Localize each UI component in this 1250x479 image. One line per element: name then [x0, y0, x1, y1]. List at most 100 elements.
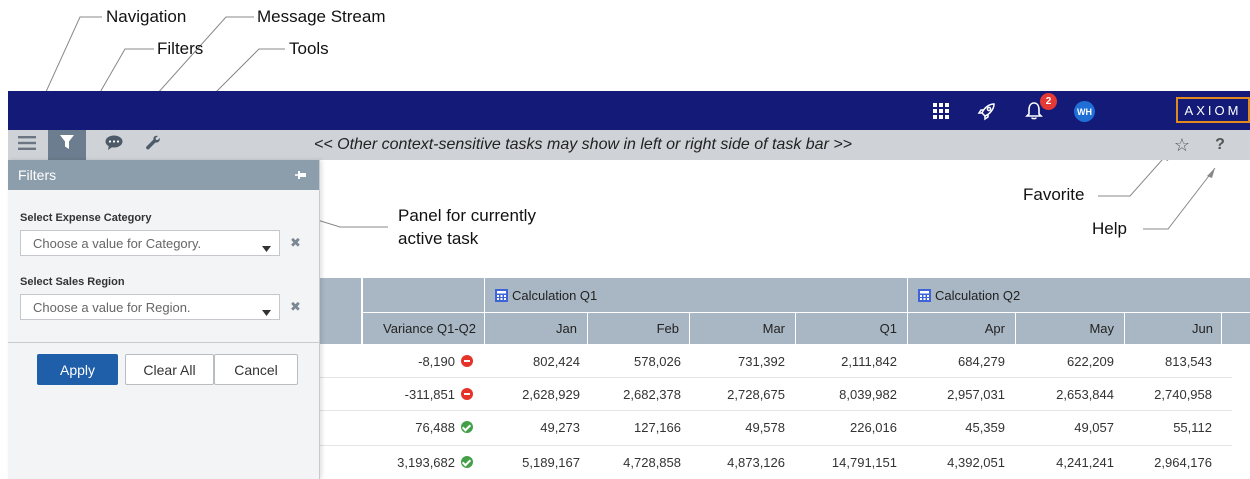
cell-jan: 802,424 [533, 353, 580, 369]
cell-jan: 5,189,167 [522, 454, 580, 470]
variance-value: -8,190 [418, 353, 455, 369]
column-header-variance[interactable]: Variance Q1-Q2 [363, 313, 484, 344]
pin-icon[interactable] [295, 168, 307, 184]
chevron-down-icon [262, 304, 271, 319]
column-header-feb[interactable]: Feb [588, 313, 689, 344]
cell-feb: 4,728,858 [623, 454, 681, 470]
calculator-icon [495, 288, 508, 302]
column-header-jun[interactable]: Jun [1125, 313, 1221, 344]
wrench-icon [145, 135, 161, 156]
filters-panel-header: Filters [8, 160, 319, 190]
clear-region-icon[interactable]: ✖ [290, 299, 301, 315]
task-bar: << Other context-sensitive tasks may sho… [8, 130, 1250, 160]
panel-callout-line2: active task [398, 229, 479, 248]
avatar[interactable]: WH [1074, 101, 1095, 122]
navigation-callout: Navigation [106, 7, 187, 26]
column-header-mar[interactable]: Mar [690, 313, 795, 344]
minus-circle-icon [461, 388, 473, 400]
filters-callout: Filters [157, 39, 204, 58]
calculation-q2-label: Calculation Q2 [935, 287, 1021, 303]
variance-value: -311,851 [404, 386, 455, 402]
expense-category-label: Select Expense Category [20, 212, 152, 224]
apps-grid-icon[interactable] [928, 91, 954, 130]
cell-apr: 45,359 [965, 419, 1005, 435]
help-callout: Help [1092, 219, 1127, 238]
cell-feb: 578,026 [634, 353, 681, 369]
cell-mar: 731,392 [738, 353, 785, 369]
top-header-bar: 2 WH AXIOM [8, 91, 1250, 130]
cell-jun: 813,543 [1165, 353, 1212, 369]
message-icon [105, 135, 123, 155]
axiom-logo: AXIOM [1176, 97, 1250, 123]
cell-jun: 2,740,958 [1154, 386, 1212, 402]
apply-button[interactable]: Apply [37, 354, 118, 385]
grid-row-header-area [318, 278, 362, 344]
check-circle-icon [461, 456, 473, 468]
message-stream-callout: Message Stream [257, 7, 386, 26]
filters-panel-title: Filters [18, 167, 57, 183]
cell-apr: 2,957,031 [947, 386, 1005, 402]
filters-panel: Filters Select Expense Category Choose a… [8, 160, 320, 479]
sales-region-select[interactable]: Choose a value for Region. [20, 294, 280, 320]
task-bar-message: << Other context-sensitive tasks may sho… [314, 136, 853, 153]
cancel-button[interactable]: Cancel [214, 354, 298, 385]
minus-circle-icon [461, 355, 473, 367]
column-header-apr[interactable]: Apr [908, 313, 1015, 344]
cell-feb: 2,682,378 [623, 386, 681, 402]
notification-badge: 2 [1040, 93, 1057, 110]
chevron-down-icon [262, 240, 271, 255]
calculation-q1-label: Calculation Q1 [512, 287, 598, 303]
check-circle-icon [461, 421, 473, 433]
message-stream-button[interactable] [95, 130, 133, 160]
cell-q1: 14,791,151 [831, 454, 897, 470]
menu-icon [18, 135, 36, 155]
favorite-star-icon[interactable]: ☆ [1168, 130, 1196, 160]
cell-mar: 4,873,126 [727, 454, 785, 470]
column-header-may[interactable]: May [1016, 313, 1124, 344]
tools-button[interactable] [134, 130, 172, 160]
cell-q1: 226,016 [850, 419, 897, 435]
variance-cell: -8,190 [363, 345, 473, 377]
cell-q1: 8,039,982 [839, 386, 897, 402]
cell-jun: 2,964,176 [1154, 454, 1212, 470]
help-leader [1143, 167, 1216, 230]
help-icon[interactable]: ? [1208, 130, 1232, 160]
calculator-icon [918, 288, 931, 302]
rocket-icon[interactable] [973, 91, 1001, 130]
variance-cell: -311,851 [363, 378, 473, 410]
cell-jun: 55,112 [1173, 419, 1212, 435]
cell-q1: 2,111,842 [841, 353, 897, 369]
panel-divider [8, 342, 319, 343]
variance-value: 76,488 [415, 419, 455, 435]
column-header-filler [1222, 313, 1250, 344]
cell-mar: 49,578 [745, 419, 785, 435]
cell-may: 2,653,844 [1056, 386, 1114, 402]
filter-icon [60, 135, 74, 155]
cell-may: 49,057 [1074, 419, 1114, 435]
cell-may: 4,241,241 [1056, 454, 1114, 470]
variance-cell: 76,488 [363, 411, 473, 443]
sales-region-placeholder: Choose a value for Region. [33, 299, 191, 315]
navigation-button[interactable] [8, 130, 46, 160]
calculation-q1-group: Calculation Q1 [484, 278, 907, 312]
column-header-jan[interactable]: Jan [485, 313, 587, 344]
cell-apr: 684,279 [958, 353, 1005, 369]
tools-callout: Tools [289, 39, 329, 58]
column-header-q1[interactable]: Q1 [796, 313, 907, 344]
cell-jan: 2,628,929 [522, 386, 580, 402]
clear-all-button[interactable]: Clear All [125, 354, 214, 385]
clear-category-icon[interactable]: ✖ [290, 235, 301, 251]
expense-category-placeholder: Choose a value for Category. [33, 235, 202, 251]
cell-jan: 49,273 [540, 419, 580, 435]
favorite-callout: Favorite [1023, 185, 1085, 204]
variance-cell: 3,193,682 [363, 446, 473, 478]
expense-category-select[interactable]: Choose a value for Category. [20, 230, 280, 256]
cell-apr: 4,392,051 [947, 454, 1005, 470]
cell-feb: 127,166 [634, 419, 681, 435]
variance-value: 3,193,682 [397, 454, 455, 470]
filters-button[interactable] [48, 130, 86, 160]
cell-mar: 2,728,675 [727, 386, 785, 402]
variance-header-spacer [363, 278, 484, 312]
help-arrowhead [1207, 168, 1215, 178]
calculation-q2-group: Calculation Q2 [907, 278, 1250, 312]
